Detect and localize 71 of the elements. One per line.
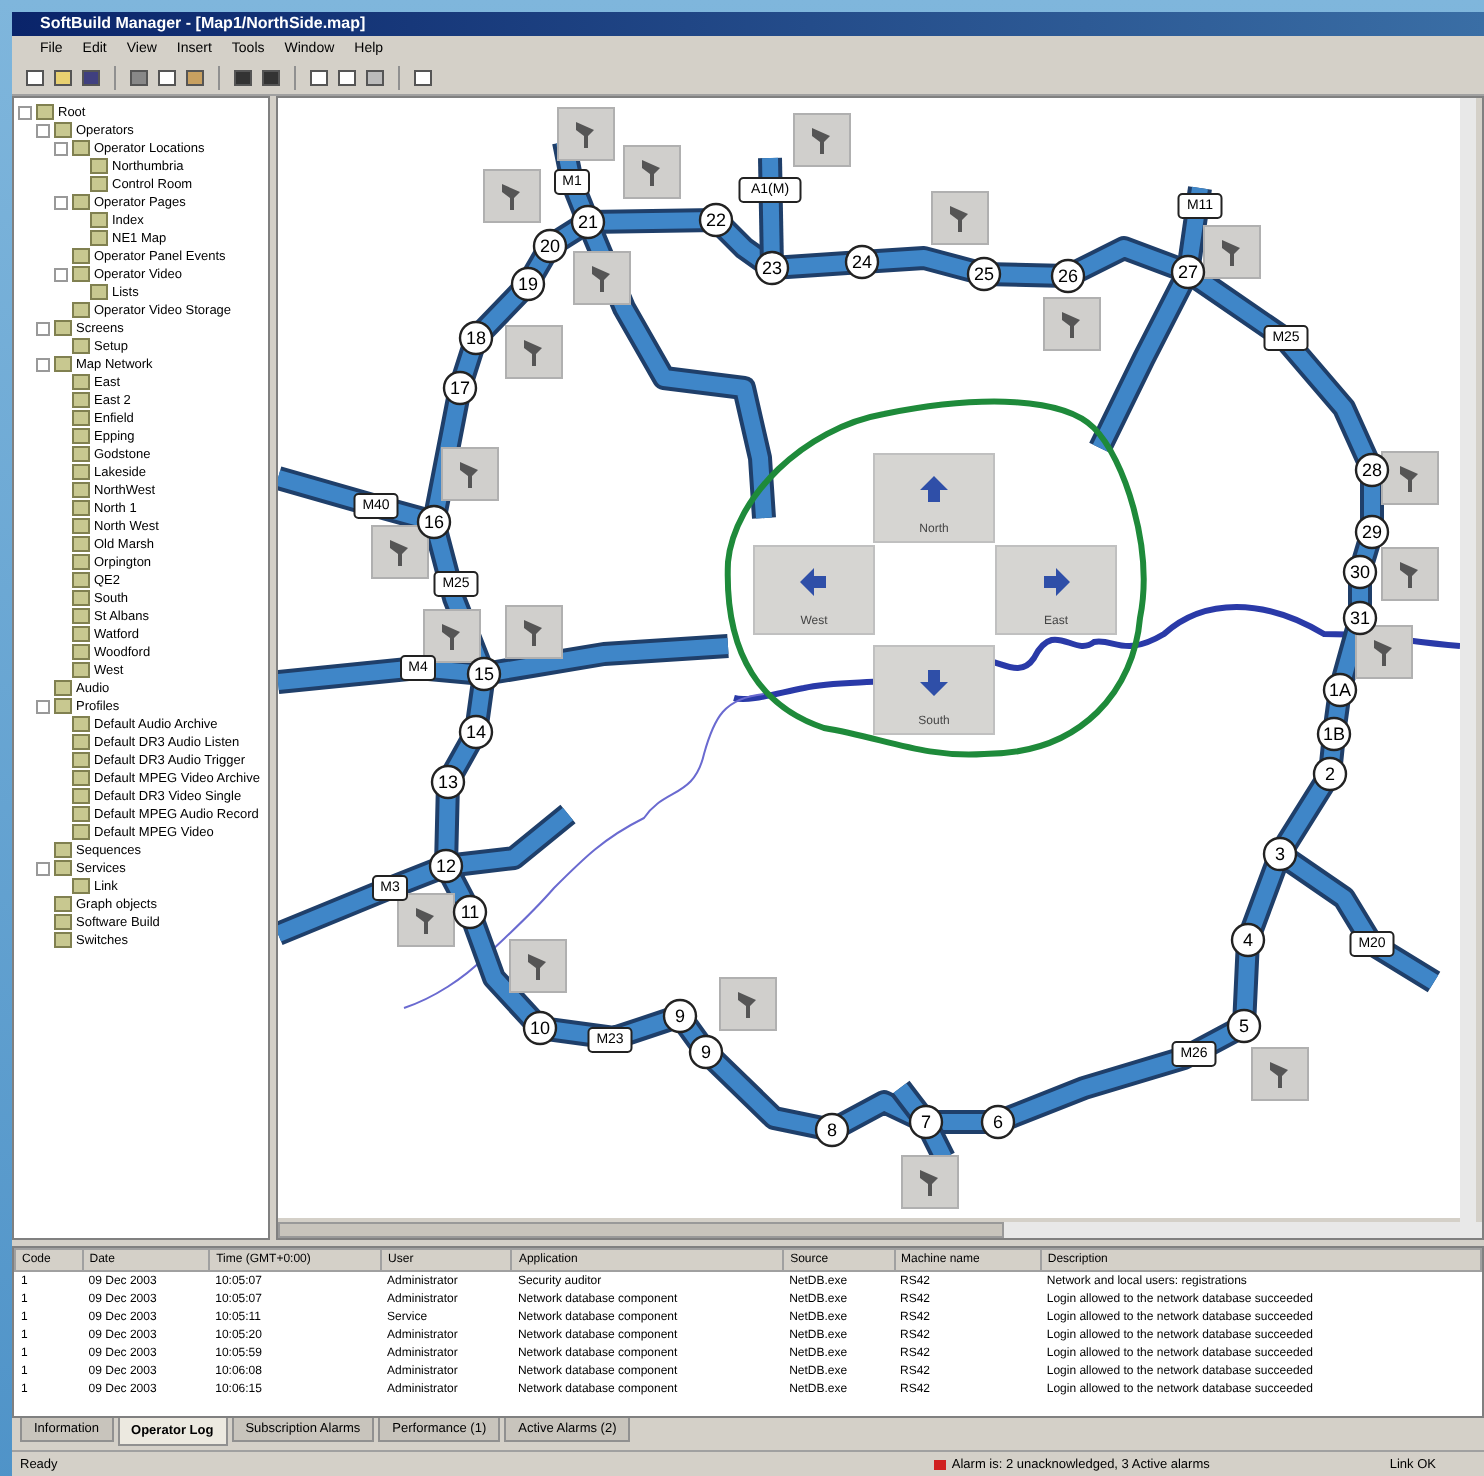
camera-icon[interactable] xyxy=(573,250,631,305)
expand-toggle[interactable] xyxy=(54,195,68,210)
junction-marker: 9 xyxy=(688,1034,724,1070)
camera-icon[interactable] xyxy=(1381,450,1439,505)
camera-icon[interactable] xyxy=(505,604,563,659)
junction-marker: 1B xyxy=(1316,716,1352,752)
expand-toggle[interactable] xyxy=(36,699,50,714)
camera-icon[interactable] xyxy=(423,608,481,663)
junction-marker: 30 xyxy=(1342,554,1378,590)
camera-icon[interactable] xyxy=(557,106,615,161)
camera-icon[interactable] xyxy=(931,190,989,245)
camera-icon[interactable] xyxy=(1355,624,1413,679)
folder-icon xyxy=(54,860,72,877)
folder-icon xyxy=(54,698,72,715)
horizontal-scrollbar[interactable] xyxy=(278,1222,1482,1239)
junction-marker: 25 xyxy=(966,256,1002,292)
folder-icon xyxy=(72,194,90,211)
camera-icon[interactable] xyxy=(719,976,777,1031)
camera-icon[interactable] xyxy=(793,112,851,167)
junction-marker: 20 xyxy=(532,228,568,264)
expand-toggle[interactable] xyxy=(36,321,50,336)
junction-marker: 28 xyxy=(1354,452,1390,488)
junction-marker: 27 xyxy=(1170,254,1206,290)
junction-marker: 11 xyxy=(452,894,488,930)
junction-marker: 22 xyxy=(698,202,734,238)
junction-marker: 24 xyxy=(844,244,880,280)
junction-marker: 31 xyxy=(1342,600,1378,636)
junction-marker: 8 xyxy=(814,1112,850,1148)
junction-marker: 10 xyxy=(522,1010,558,1046)
item-icon xyxy=(72,338,90,355)
junction-marker: 21 xyxy=(570,204,606,240)
camera-icon[interactable] xyxy=(371,524,429,579)
camera-icon[interactable] xyxy=(1043,296,1101,351)
junction-marker: 17 xyxy=(442,370,478,406)
junction-marker: 18 xyxy=(458,320,494,356)
junction-marker: 16 xyxy=(416,504,452,540)
window-title: SoftBuild Manager - [Map1/NorthSide.map] xyxy=(40,14,366,32)
junction-marker: 9 xyxy=(662,998,698,1034)
camera-icon[interactable] xyxy=(441,446,499,501)
junction-marker: 7 xyxy=(908,1104,944,1140)
alarm-icon xyxy=(933,1459,946,1470)
junction-marker: 12 xyxy=(428,848,464,884)
folder-icon xyxy=(54,356,72,373)
junction-marker: 29 xyxy=(1354,514,1390,550)
junction-marker: 15 xyxy=(466,656,502,692)
folder-icon xyxy=(54,320,72,337)
junction-marker: 2 xyxy=(1312,756,1348,792)
camera-icon[interactable] xyxy=(483,168,541,223)
junction-marker: 6 xyxy=(980,1104,1016,1140)
junction-marker: 3 xyxy=(1262,836,1298,872)
vertical-scrollbar[interactable] xyxy=(1460,97,1476,1223)
expand-toggle[interactable] xyxy=(36,861,50,876)
junction-marker: 19 xyxy=(510,266,546,302)
camera-icon[interactable] xyxy=(1381,546,1439,601)
junction-marker: 13 xyxy=(430,764,466,800)
junction-marker: 5 xyxy=(1226,1008,1262,1044)
junction-marker: 4 xyxy=(1230,922,1266,958)
expand-toggle[interactable] xyxy=(36,357,50,372)
junction-marker: 23 xyxy=(754,250,790,286)
camera-icon[interactable] xyxy=(505,324,563,379)
junction-marker: 14 xyxy=(458,714,494,750)
camera-icon[interactable] xyxy=(397,892,455,947)
camera-icon[interactable] xyxy=(901,1154,959,1209)
camera-icon[interactable] xyxy=(509,938,567,993)
camera-icon[interactable] xyxy=(1251,1046,1309,1101)
junction-marker: 26 xyxy=(1050,258,1086,294)
junction-marker: 1A xyxy=(1322,672,1358,708)
folder-icon xyxy=(72,266,90,283)
expand-toggle[interactable] xyxy=(54,267,68,282)
camera-icon[interactable] xyxy=(1203,224,1261,279)
camera-icon[interactable] xyxy=(623,144,681,199)
